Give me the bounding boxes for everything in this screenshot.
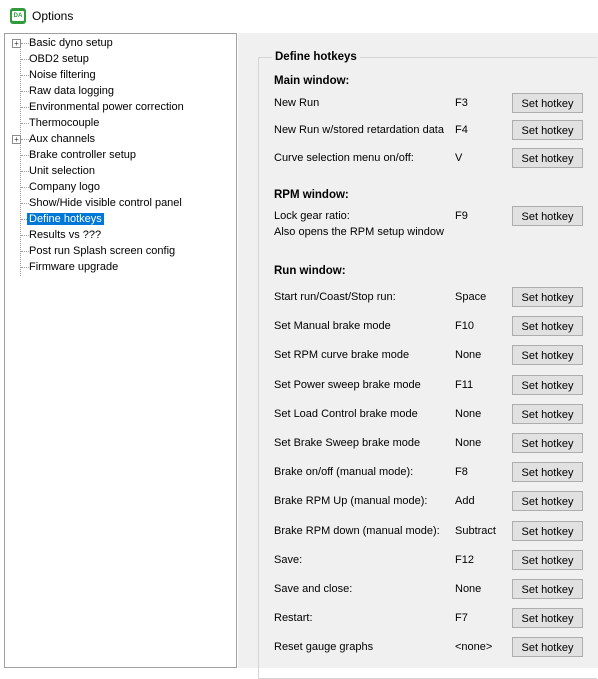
hotkey-action-label: Start run/Coast/Stop run:	[274, 291, 396, 303]
tree-item-label: Brake controller setup	[29, 149, 136, 161]
tree-item[interactable]: Firmware upgrade	[27, 259, 120, 275]
tree-item-label: OBD2 setup	[29, 53, 89, 65]
tree-item[interactable]: Aux channels	[27, 131, 97, 147]
set-hotkey-button[interactable]: Set hotkey	[512, 120, 583, 140]
hotkey-value: F3	[455, 97, 468, 109]
hotkey-value: F11	[455, 379, 474, 391]
tree-expander-icon[interactable]: +	[12, 135, 21, 144]
tree-item-label: Environmental power correction	[29, 101, 184, 113]
hotkey-action-label: Save and close:	[274, 583, 353, 595]
tree-item[interactable]: Post run Splash screen config	[27, 243, 177, 259]
tree-item-label: Firmware upgrade	[29, 261, 119, 273]
tree-item[interactable]: Environmental power correction	[27, 99, 186, 115]
tree-item-label: Show/Hide visible control panel	[29, 197, 182, 209]
set-hotkey-button[interactable]: Set hotkey	[512, 206, 583, 226]
tree-item[interactable]: Company logo	[27, 179, 102, 195]
hotkey-action-label: Set Brake Sweep brake mode	[274, 437, 421, 449]
hotkey-action-label: Reset gauge graphs	[274, 641, 374, 653]
hotkey-value: F8	[455, 466, 468, 478]
hotkey-action-label: Set Manual brake mode	[274, 320, 391, 332]
tree-item-label: Basic dyno setup	[29, 37, 113, 49]
tree-item-label: Thermocouple	[29, 117, 100, 129]
set-hotkey-button[interactable]: Set hotkey	[512, 287, 583, 307]
hotkeys-panel: Define hotkeys Main window: New Run F3 Set …	[238, 33, 598, 679]
set-hotkey-button[interactable]: Set hotkey	[512, 462, 583, 482]
tree-item-label: Define hotkeys	[27, 213, 104, 225]
tree-item[interactable]: Show/Hide visible control panel	[27, 195, 184, 211]
hotkey-value: None	[455, 408, 482, 420]
hotkey-action-note: Also opens the RPM setup window	[274, 226, 444, 238]
window-title: Options	[32, 9, 74, 23]
set-hotkey-button[interactable]: Set hotkey	[512, 579, 583, 599]
hotkey-value: V	[455, 152, 463, 164]
hotkey-value: <none>	[455, 641, 493, 653]
tree-expander-icon[interactable]: +	[12, 39, 21, 48]
hotkey-value: None	[455, 583, 482, 595]
hotkey-value: Add	[455, 495, 475, 507]
tree-item[interactable]: Results vs ???	[27, 227, 103, 243]
hotkey-action-label: Restart:	[274, 612, 313, 624]
hotkey-action-label: Brake on/off (manual mode):	[274, 466, 414, 478]
hotkey-action-label: Set Load Control brake mode	[274, 408, 418, 420]
set-hotkey-button[interactable]: Set hotkey	[512, 404, 583, 424]
app-icon	[10, 8, 26, 24]
set-hotkey-button[interactable]: Set hotkey	[512, 491, 583, 511]
hotkey-value: None	[455, 349, 482, 361]
hotkey-value: Subtract	[455, 525, 496, 537]
set-hotkey-button[interactable]: Set hotkey	[512, 345, 583, 365]
tree-item[interactable]: Brake controller setup	[27, 147, 138, 163]
hotkey-action-label: New Run w/stored retardation data	[274, 124, 444, 136]
hotkey-value: F7	[455, 612, 468, 624]
section-title: Main window:	[274, 75, 350, 87]
tree-item[interactable]: Noise filtering	[27, 67, 98, 83]
hotkey-value: None	[455, 437, 482, 449]
set-hotkey-button[interactable]: Set hotkey	[512, 148, 583, 168]
set-hotkey-button[interactable]: Set hotkey	[512, 433, 583, 453]
hotkey-action-label: Brake RPM Up (manual mode):	[274, 495, 428, 507]
section-title: RPM window:	[274, 189, 349, 201]
hotkey-value: F10	[455, 320, 474, 332]
tree-item-label: Noise filtering	[29, 69, 96, 81]
set-hotkey-button[interactable]: Set hotkey	[512, 316, 583, 336]
set-hotkey-button[interactable]: Set hotkey	[512, 521, 583, 541]
hotkey-action-label: Save:	[274, 554, 303, 566]
hotkey-value: F12	[455, 554, 474, 566]
title-bar: Options	[0, 0, 598, 32]
set-hotkey-button[interactable]: Set hotkey	[512, 375, 583, 395]
tree-item[interactable]: Define hotkeys	[27, 211, 104, 227]
tree-item-label: Results vs ???	[29, 229, 102, 241]
hotkey-value: F4	[455, 124, 468, 136]
hotkey-action-label: Set Power sweep brake mode	[274, 379, 421, 391]
hotkey-action-label: Set RPM curve brake mode	[274, 349, 410, 361]
set-hotkey-button[interactable]: Set hotkey	[512, 93, 583, 113]
hotkey-action-label: New Run	[274, 97, 320, 109]
tree-guide-line	[20, 42, 21, 276]
options-tree[interactable]: + Basic dyno setup OBD2 setup Noise filteri…	[4, 33, 237, 668]
hotkey-action-label: Curve selection menu on/off:	[274, 152, 414, 164]
tree-item[interactable]: Thermocouple	[27, 115, 101, 131]
tree-item-label: Aux channels	[29, 133, 96, 145]
hotkey-action-label: Brake RPM down (manual mode):	[274, 525, 440, 537]
tree-item-label: Raw data logging	[29, 85, 115, 97]
tree-item[interactable]: Basic dyno setup	[27, 35, 115, 51]
tree-item-label: Company logo	[29, 181, 100, 193]
group-title: Define hotkeys	[272, 51, 360, 63]
tree-item[interactable]: Unit selection	[27, 163, 97, 179]
tree-item-label: Unit selection	[29, 165, 96, 177]
tree-item-label: Post run Splash screen config	[29, 245, 176, 257]
section-title: Run window:	[274, 265, 346, 277]
tree-item[interactable]: Raw data logging	[27, 83, 116, 99]
set-hotkey-button[interactable]: Set hotkey	[512, 637, 583, 657]
hotkey-value: Space	[455, 291, 487, 303]
hotkey-value: F9	[455, 210, 468, 222]
tree-item[interactable]: OBD2 setup	[27, 51, 91, 67]
set-hotkey-button[interactable]: Set hotkey	[512, 608, 583, 628]
set-hotkey-button[interactable]: Set hotkey	[512, 550, 583, 570]
hotkey-action-label: Lock gear ratio:	[274, 210, 350, 222]
